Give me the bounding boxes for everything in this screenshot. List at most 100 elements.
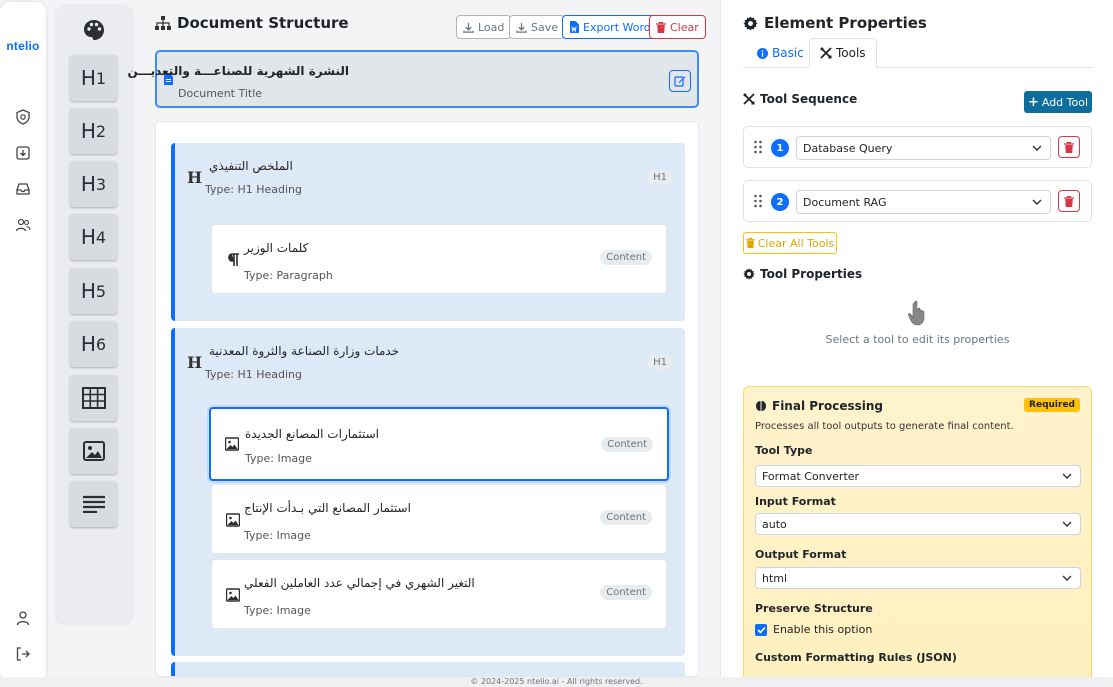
content-item[interactable]: استثمارات المصانع الجديدة Type: Image Co… bbox=[209, 407, 669, 481]
image-icon bbox=[226, 513, 240, 527]
h4-tile[interactable]: H4 bbox=[70, 214, 117, 260]
structure-tree: H الملخص التنفيذي Type: H1 Heading H1 كل… bbox=[155, 121, 699, 677]
heading-icon: H bbox=[187, 353, 203, 372]
properties-title: Element Properties bbox=[743, 14, 927, 32]
final-processing-description: Processes all tool outputs to generate f… bbox=[755, 421, 1014, 432]
heading-icon: H bbox=[187, 168, 203, 187]
document-title-text: النشرة الشهرية للصناعـــة والتعديـــن bbox=[127, 64, 349, 78]
gear-icon bbox=[743, 15, 758, 31]
tool-number: 2 bbox=[771, 193, 789, 211]
delete-tool-button[interactable] bbox=[1058, 136, 1080, 158]
final-processing-title: Final Processing bbox=[755, 399, 883, 413]
content-badge: Content bbox=[600, 510, 652, 525]
save-button[interactable]: Save bbox=[509, 15, 566, 39]
export-word-button[interactable]: Export Word bbox=[562, 15, 658, 39]
tool-row: 1 Database Query bbox=[743, 126, 1092, 168]
download-icon bbox=[463, 22, 474, 33]
section-type: Type: H1 Heading bbox=[205, 368, 303, 381]
download-icon[interactable] bbox=[13, 143, 33, 163]
paragraph-mark-icon bbox=[228, 253, 239, 266]
edit-button[interactable] bbox=[669, 70, 691, 92]
preserve-structure-label: Preserve Structure bbox=[755, 602, 873, 615]
clear-all-tools-button[interactable]: Clear All Tools bbox=[743, 232, 837, 254]
brain-icon bbox=[756, 401, 766, 411]
pointer-hand-icon bbox=[908, 300, 925, 326]
drag-handle-icon[interactable] bbox=[753, 140, 763, 154]
section-h1[interactable]: H خدمات وزارة الصناعة والثروة المعدنية T… bbox=[171, 328, 685, 656]
edit-icon bbox=[674, 76, 686, 87]
chevron-down-icon bbox=[1062, 521, 1072, 527]
shield-icon[interactable] bbox=[13, 107, 33, 127]
input-format-select[interactable]: auto bbox=[755, 513, 1081, 535]
content-title: استثمار المصانع التي بـدأت الإنتاج bbox=[244, 501, 411, 515]
load-button[interactable]: Load bbox=[456, 15, 512, 39]
document-title-label: Document Title bbox=[178, 87, 263, 100]
content-title: كلمات الوزير bbox=[244, 241, 309, 255]
preserve-structure-checkbox[interactable]: Enable this option bbox=[755, 623, 872, 636]
custom-rules-label: Custom Formatting Rules (JSON) bbox=[755, 651, 957, 664]
content-item[interactable]: كلمات الوزير Type: Paragraph Content bbox=[211, 224, 667, 294]
app-logo[interactable]: ntelio bbox=[0, 39, 46, 53]
h1-tile[interactable]: H1 bbox=[70, 55, 117, 101]
footer-copyright: © 2024-2025 ntelio.ai - All rights reser… bbox=[0, 677, 1113, 687]
sitemap-icon bbox=[155, 16, 171, 30]
tab-basic[interactable]: Basic bbox=[747, 38, 814, 68]
input-format-label: Input Format bbox=[755, 495, 836, 508]
content-item[interactable]: التغير الشهري في إجمالي عدد العاملين الف… bbox=[211, 559, 667, 629]
users-icon[interactable] bbox=[13, 215, 33, 235]
content-item[interactable]: استثمار المصانع التي بـدأت الإنتاج Type:… bbox=[211, 484, 667, 554]
chevron-down-icon bbox=[1062, 575, 1072, 581]
tool-type-select[interactable]: Format Converter bbox=[755, 465, 1081, 487]
tab-tools[interactable]: Tools bbox=[809, 38, 877, 68]
trash-icon bbox=[745, 238, 755, 248]
tool-properties-title: Tool Properties bbox=[743, 267, 862, 281]
palette-icon[interactable] bbox=[82, 18, 106, 42]
section-title: خدمات وزارة الصناعة والثروة المعدنية bbox=[209, 344, 400, 358]
element-palette: H1 H2 H3 H4 H5 H6 bbox=[54, 4, 134, 626]
download-icon bbox=[516, 22, 527, 33]
tool-type-label: Tool Type bbox=[755, 444, 813, 457]
paragraph-tile[interactable] bbox=[70, 481, 117, 527]
chevron-down-icon bbox=[1032, 199, 1042, 205]
delete-tool-button[interactable] bbox=[1058, 190, 1080, 212]
clear-button[interactable]: Clear bbox=[649, 15, 706, 39]
level-badge: H1 bbox=[647, 355, 673, 370]
h5-tile[interactable]: H5 bbox=[70, 268, 117, 314]
h2-tile[interactable]: H2 bbox=[70, 108, 117, 154]
tool-select[interactable]: Document RAG bbox=[796, 190, 1051, 214]
tool-number: 1 bbox=[771, 139, 789, 157]
image-icon bbox=[82, 441, 105, 461]
content-type: Type: Image bbox=[244, 604, 311, 617]
info-icon bbox=[757, 47, 768, 59]
section-type: Type: H1 Heading bbox=[205, 183, 303, 196]
user-icon[interactable] bbox=[13, 608, 33, 628]
plus-icon: + bbox=[1027, 94, 1039, 110]
level-badge: H1 bbox=[647, 170, 673, 185]
property-tabs: Basic Tools bbox=[743, 38, 1093, 68]
trash-icon bbox=[656, 21, 666, 33]
image-tile[interactable] bbox=[70, 428, 117, 474]
structure-title: Document Structure bbox=[155, 14, 349, 32]
chevron-down-icon bbox=[1062, 473, 1072, 479]
table-tile[interactable] bbox=[70, 375, 117, 421]
content-title: التغير الشهري في إجمالي عدد العاملين الف… bbox=[244, 576, 475, 590]
h6-tile[interactable]: H6 bbox=[70, 321, 117, 367]
tool-sequence-title: Tool Sequence bbox=[743, 92, 857, 106]
add-tool-button[interactable]: + Add Tool bbox=[1024, 91, 1092, 113]
h3-tile[interactable]: H3 bbox=[70, 161, 117, 207]
properties-panel: Element Properties Basic Tools Tool Sequ… bbox=[720, 0, 1113, 686]
content-type: Type: Image bbox=[245, 452, 312, 465]
document-title-item[interactable]: النشرة الشهرية للصناعـــة والتعديـــن Do… bbox=[127, 50, 699, 108]
section-h1[interactable]: H الملخص التنفيذي Type: H1 Heading H1 كل… bbox=[171, 143, 685, 321]
drag-handle-icon[interactable] bbox=[753, 194, 763, 208]
logout-icon[interactable] bbox=[13, 644, 33, 664]
content-badge: Content bbox=[600, 585, 652, 600]
section-h1[interactable] bbox=[171, 662, 685, 676]
gear-icon bbox=[743, 268, 755, 280]
tool-select[interactable]: Database Query bbox=[796, 136, 1051, 160]
image-icon bbox=[225, 437, 239, 451]
content-type: Type: Image bbox=[244, 529, 311, 542]
paragraph-icon bbox=[82, 495, 105, 513]
output-format-select[interactable]: html bbox=[755, 567, 1081, 589]
inbox-icon[interactable] bbox=[13, 179, 33, 199]
